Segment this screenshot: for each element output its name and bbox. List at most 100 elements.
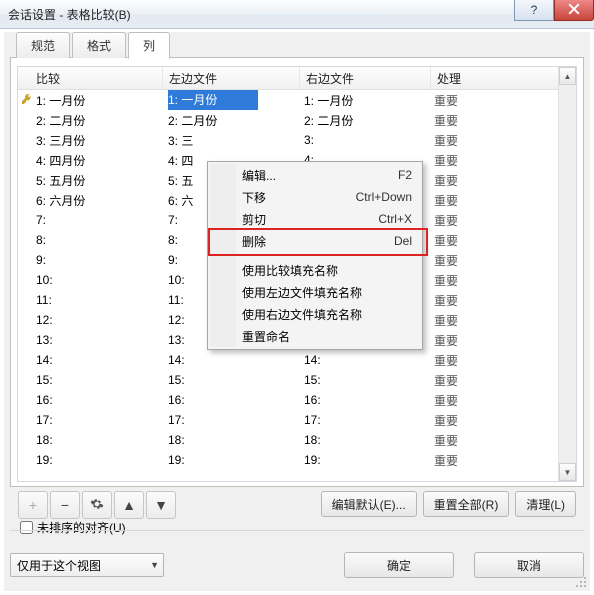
- cell-left: 15:: [162, 373, 298, 387]
- ok-button[interactable]: 确定: [344, 552, 454, 578]
- menu-item[interactable]: 剪切 Ctrl+X: [210, 208, 420, 230]
- cell-compare: 5: 五月份: [18, 172, 162, 189]
- scroll-down-icon[interactable]: ▼: [559, 463, 576, 481]
- cell-compare: 6: 六月份: [18, 192, 162, 209]
- cell-left: 16:: [162, 393, 298, 407]
- context-menu: 编辑...F2下移Ctrl+Down 剪切 Ctrl+X 删除Del 使用比较填充名称使…: [207, 161, 423, 350]
- cell-right: 19:: [298, 453, 428, 467]
- menu-shortcut: Ctrl+X: [378, 212, 412, 226]
- tabs: 规范 格式 列: [4, 32, 590, 58]
- cell-proc: 重要: [428, 452, 576, 469]
- cell-compare: 19:: [18, 453, 162, 467]
- scroll-up-icon[interactable]: ▲: [559, 67, 576, 85]
- reset-all-button[interactable]: 重置全部(R): [423, 491, 510, 517]
- cell-left: 1: 一月份: [162, 90, 298, 110]
- cell-right: 17:: [298, 413, 428, 427]
- window-title: 会话设置 - 表格比较(B): [8, 6, 131, 23]
- cell-right: 15:: [298, 373, 428, 387]
- table-row[interactable]: 1: 一月份1: 一月份1: 一月份重要: [18, 90, 576, 110]
- table-row[interactable]: 18: 18: 18: 重要: [18, 430, 576, 450]
- menu-item[interactable]: 使用比较填充名称: [210, 259, 420, 281]
- col-header-right[interactable]: 右边文件: [300, 67, 431, 89]
- cell-proc: 重要: [428, 392, 576, 409]
- list-toolbar: + − ▲ ▼ 编辑默认(E)... 重置全部(R) 清理(L) 未排序的对齐(…: [10, 489, 584, 533]
- cell-left: 17:: [162, 413, 298, 427]
- cell-right: 16:: [298, 393, 428, 407]
- cell-proc: 重要: [428, 352, 576, 369]
- menu-item[interactable]: 删除Del: [210, 230, 420, 252]
- menu-item-label: 重置命名: [242, 328, 290, 345]
- col-header-proc[interactable]: 处理: [431, 67, 576, 89]
- table-row[interactable]: 17: 17: 17: 重要: [18, 410, 576, 430]
- table-row[interactable]: 2: 二月份2: 二月份2: 二月份重要: [18, 110, 576, 130]
- menu-item-label: 剪切: [242, 211, 266, 228]
- settings-button[interactable]: [82, 491, 112, 519]
- help-button[interactable]: ?: [514, 0, 554, 21]
- menu-item[interactable]: 重置命名: [210, 325, 420, 347]
- dialog-bottom-bar: 仅用于这个视图 ▼ 确定 取消: [10, 530, 584, 583]
- cell-compare: 2: 二月份: [18, 112, 162, 129]
- move-up-button[interactable]: ▲: [114, 491, 144, 519]
- scroll-track[interactable]: [559, 85, 576, 463]
- close-icon: [568, 3, 580, 17]
- table-row[interactable]: 19: 19: 19: 重要: [18, 450, 576, 470]
- move-down-button[interactable]: ▼: [146, 491, 176, 519]
- menu-item[interactable]: 使用右边文件填充名称: [210, 303, 420, 325]
- cell-proc: 重要: [428, 332, 576, 349]
- menu-item[interactable]: 下移Ctrl+Down: [210, 186, 420, 208]
- menu-item-label: 使用比较填充名称: [242, 262, 338, 279]
- add-button[interactable]: +: [18, 491, 48, 519]
- menu-item[interactable]: 使用左边文件填充名称: [210, 281, 420, 303]
- cell-left: 18:: [162, 433, 298, 447]
- close-button[interactable]: [554, 0, 594, 21]
- cell-compare: 13:: [18, 333, 162, 347]
- table-row[interactable]: 15: 15: 15: 重要: [18, 370, 576, 390]
- cell-compare: 15:: [18, 373, 162, 387]
- tab-columns[interactable]: 列: [128, 32, 170, 59]
- table-row[interactable]: 16: 16: 16: 重要: [18, 390, 576, 410]
- edit-defaults-button[interactable]: 编辑默认(E)...: [321, 491, 417, 517]
- arrow-down-icon: ▼: [154, 497, 168, 513]
- cell-proc: 重要: [428, 252, 576, 269]
- cell-compare: 14:: [18, 353, 162, 367]
- cell-compare: 11:: [18, 293, 162, 307]
- cell-proc: 重要: [428, 412, 576, 429]
- cell-proc: 重要: [428, 232, 576, 249]
- table-row[interactable]: 3: 三月份3: 三3: 重要: [18, 130, 576, 150]
- table-row[interactable]: 14: 14: 14: 重要: [18, 350, 576, 370]
- scope-dropdown[interactable]: 仅用于这个视图 ▼: [10, 553, 164, 577]
- menu-item[interactable]: 编辑...F2: [210, 164, 420, 186]
- cell-proc: 重要: [428, 372, 576, 389]
- cell-proc: 重要: [428, 292, 576, 309]
- help-icon: ?: [531, 4, 538, 16]
- resize-grip-icon[interactable]: [574, 575, 588, 589]
- cell-proc: 重要: [428, 432, 576, 449]
- menu-item-label: 使用左边文件填充名称: [242, 284, 362, 301]
- tab-format[interactable]: 格式: [72, 32, 126, 58]
- cell-left: 19:: [162, 453, 298, 467]
- cell-compare: 17:: [18, 413, 162, 427]
- cell-compare: 8:: [18, 233, 162, 247]
- menu-shortcut: Del: [394, 234, 412, 248]
- cell-right: 14:: [298, 353, 428, 367]
- minus-icon: −: [61, 497, 69, 513]
- cell-proc: 重要: [428, 272, 576, 289]
- cell-left: 14:: [162, 353, 298, 367]
- cell-compare: 7:: [18, 213, 162, 227]
- gear-icon: [90, 497, 104, 514]
- vertical-scrollbar[interactable]: ▲ ▼: [558, 67, 576, 481]
- scope-value: 仅用于这个视图: [17, 557, 101, 574]
- cell-left: 3: 三: [162, 132, 298, 149]
- tab-spec[interactable]: 规范: [16, 32, 70, 58]
- remove-button[interactable]: −: [50, 491, 80, 519]
- clear-button[interactable]: 清理(L): [515, 491, 576, 517]
- cancel-button[interactable]: 取消: [474, 552, 584, 578]
- cell-right: 18:: [298, 433, 428, 447]
- col-header-left[interactable]: 左边文件: [163, 67, 300, 89]
- cell-right: 3:: [298, 133, 428, 147]
- list-header: 比较 左边文件 右边文件 处理: [18, 67, 576, 90]
- cell-compare: 1: 一月份: [18, 92, 162, 109]
- menu-separator: [240, 255, 418, 256]
- arrow-up-icon: ▲: [122, 497, 136, 513]
- col-header-compare[interactable]: 比较: [18, 67, 163, 89]
